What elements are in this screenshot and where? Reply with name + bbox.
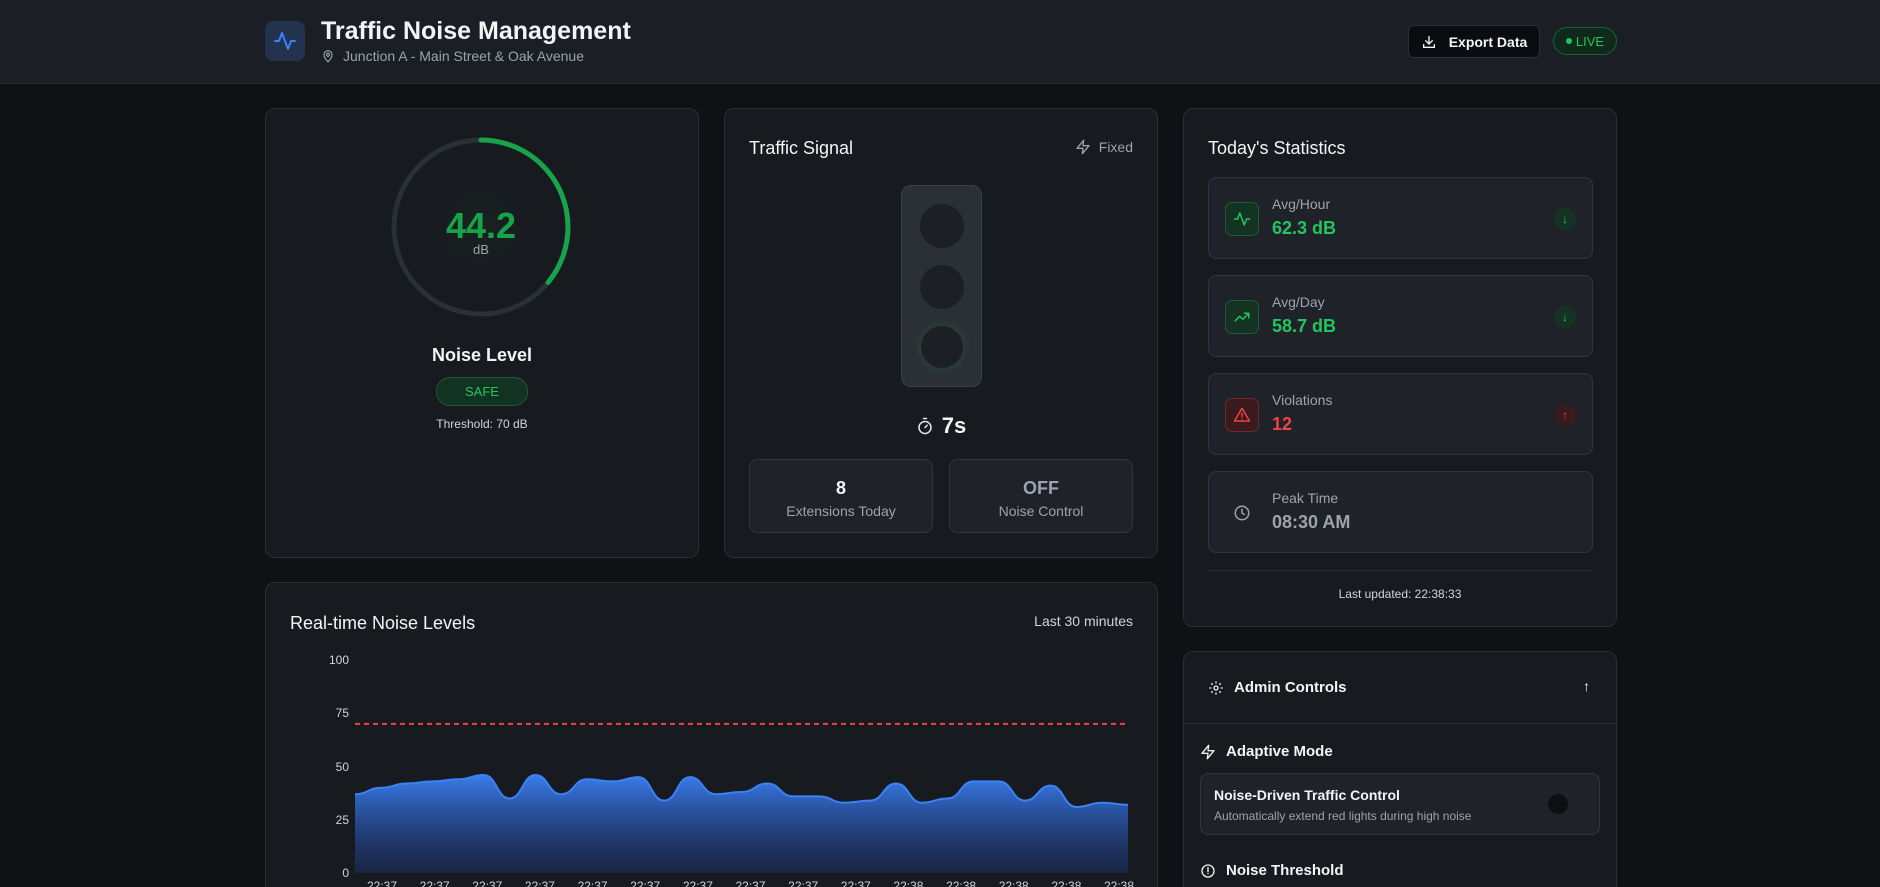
extensions-label: Extensions Today xyxy=(786,503,896,519)
y-tick-label: 25 xyxy=(335,812,349,827)
stat-label: Peak Time xyxy=(1272,490,1339,506)
stat-label: Avg/Day xyxy=(1272,294,1325,310)
export-label: Export Data xyxy=(1448,33,1528,50)
chart-range: Last 30 minutes xyxy=(1034,613,1133,629)
location-text: Junction A - Main Street & Oak Avenue xyxy=(343,48,584,64)
traffic-light xyxy=(901,185,982,387)
adaptive-mode-title: Adaptive Mode xyxy=(1226,743,1333,760)
traffic-signal-title: Traffic Signal xyxy=(749,138,854,158)
noise-unit: dB xyxy=(473,242,489,257)
map-pin-icon xyxy=(323,50,333,63)
x-tick-label: 22:37 xyxy=(735,879,766,887)
live-dot-icon xyxy=(1565,38,1572,44)
trend-down-icon: ↓ xyxy=(1554,306,1576,328)
x-tick-label: 22:38 xyxy=(998,879,1029,887)
admin-header[interactable]: Admin Controls xyxy=(1208,679,1347,696)
setting-description: Automatically extend red lights during h… xyxy=(1214,809,1472,823)
timer-value: 7s xyxy=(941,413,967,438)
yellow-light xyxy=(920,265,964,309)
live-label: LIVE xyxy=(1575,33,1605,49)
stat-avg-day: Avg/Day 58.7 dB ↓ xyxy=(1208,275,1593,357)
admin-title: Admin Controls xyxy=(1234,679,1347,696)
activity-icon xyxy=(1225,202,1259,236)
noise-value: 44.2 xyxy=(445,205,517,246)
stat-label: Violations xyxy=(1272,392,1333,408)
live-badge: LIVE xyxy=(1553,27,1617,55)
y-tick-label: 100 xyxy=(328,653,349,667)
red-light xyxy=(920,204,964,248)
threshold-text: Threshold: 70 dB xyxy=(436,417,528,431)
noise-control-label: Noise Control xyxy=(998,503,1084,519)
zap-icon xyxy=(1201,744,1215,759)
stat-value: 62.3 dB xyxy=(1272,218,1337,238)
x-tick-label: 22:37 xyxy=(840,879,871,887)
green-light xyxy=(920,325,964,369)
signal-timer: 7s xyxy=(725,413,1157,439)
stat-violations: Violations 12 ↑ xyxy=(1208,373,1593,455)
traffic-signal-card: Traffic Signal Fixed 7s 8 Extensions Tod… xyxy=(724,108,1158,558)
y-tick-label: 75 xyxy=(335,706,349,721)
trend-down-icon: ↓ xyxy=(1554,208,1576,230)
collapse-toggle-icon[interactable]: ↑ xyxy=(1583,678,1590,694)
noise-level-label: Noise Level xyxy=(431,345,533,365)
stat-avg-hour: Avg/Hour 62.3 dB ↓ xyxy=(1208,177,1593,259)
download-icon xyxy=(1422,35,1435,48)
admin-divider xyxy=(1184,723,1616,724)
signal-mode-label: Fixed xyxy=(1098,139,1133,155)
x-tick-label: 22:37 xyxy=(577,879,608,887)
alert-triangle-icon xyxy=(1225,398,1259,432)
app-logo xyxy=(265,21,305,61)
setting-title: Noise-Driven Traffic Control xyxy=(1214,787,1400,803)
x-tick-label: 22:38 xyxy=(946,879,977,887)
x-tick-label: 22:37 xyxy=(788,879,819,887)
export-data-button[interactable]: Export Data xyxy=(1408,25,1540,58)
x-tick-label: 22:38 xyxy=(893,879,924,887)
signal-mode: Fixed xyxy=(1075,139,1133,155)
zap-icon xyxy=(1076,139,1090,155)
status-badge: SAFE xyxy=(436,377,528,406)
noise-threshold-heading: Noise Threshold xyxy=(1200,862,1344,879)
x-tick-label: 22:37 xyxy=(682,879,713,887)
adaptive-mode-heading: Adaptive Mode xyxy=(1200,743,1333,760)
noise-threshold-title: Noise Threshold xyxy=(1226,862,1344,879)
stat-value: 12 xyxy=(1272,414,1293,434)
trend-up-icon: ↑ xyxy=(1554,404,1576,426)
y-tick-label: 50 xyxy=(335,759,349,774)
timer-icon xyxy=(918,417,932,435)
x-tick-label: 22:38 xyxy=(1051,879,1082,887)
noise-driven-control-setting: Noise-Driven Traffic Control Automatical… xyxy=(1200,773,1600,835)
stat-label: Avg/Hour xyxy=(1272,196,1331,212)
x-tick-label: 22:37 xyxy=(524,879,555,887)
x-tick-label: 22:37 xyxy=(419,879,450,887)
statistics-card: Today's Statistics Avg/Hour 62.3 dB ↓ Av… xyxy=(1183,108,1617,627)
admin-card: Admin Controls ↑ Adaptive Mode Noise-Dri… xyxy=(1183,651,1617,887)
trending-up-icon xyxy=(1225,300,1259,334)
stats-divider xyxy=(1208,570,1593,571)
stat-peak-time: Peak Time 08:30 AM xyxy=(1208,471,1593,553)
noise-control-value: OFF xyxy=(1023,478,1059,498)
gear-icon xyxy=(1209,680,1223,695)
extensions-value: 8 xyxy=(835,478,846,498)
chart-title: Real-time Noise Levels xyxy=(290,613,476,633)
stat-value: 08:30 AM xyxy=(1272,512,1351,532)
location: Junction A - Main Street & Oak Avenue xyxy=(321,48,584,64)
last-updated: Last updated: 22:38:33 xyxy=(1338,587,1462,601)
noise-control-toggle[interactable] xyxy=(1548,794,1568,814)
alert-circle-icon xyxy=(1201,863,1215,878)
activity-icon xyxy=(274,32,296,50)
statistics-title: Today's Statistics xyxy=(1208,138,1346,158)
stat-value: 58.7 dB xyxy=(1272,316,1337,336)
clock-icon xyxy=(1225,496,1259,530)
extensions-stat: 8 Extensions Today xyxy=(749,459,933,533)
x-tick-label: 22:37 xyxy=(472,879,503,887)
x-tick-label: 22:38 xyxy=(1104,879,1135,887)
x-tick-label: 22:37 xyxy=(367,879,398,887)
app-header: Traffic Noise Management Junction A - Ma… xyxy=(0,0,1880,84)
noise-control-stat: OFF Noise Control xyxy=(949,459,1133,533)
app-title: Traffic Noise Management xyxy=(321,17,631,45)
noise-level-card: 44.2 dB Noise Level SAFE Threshold: 70 d… xyxy=(265,108,699,558)
y-tick-label: 0 xyxy=(342,866,349,880)
x-tick-label: 22:37 xyxy=(630,879,661,887)
noise-chart-card: Real-time Noise Levels Last 30 minutes xyxy=(265,582,1158,887)
